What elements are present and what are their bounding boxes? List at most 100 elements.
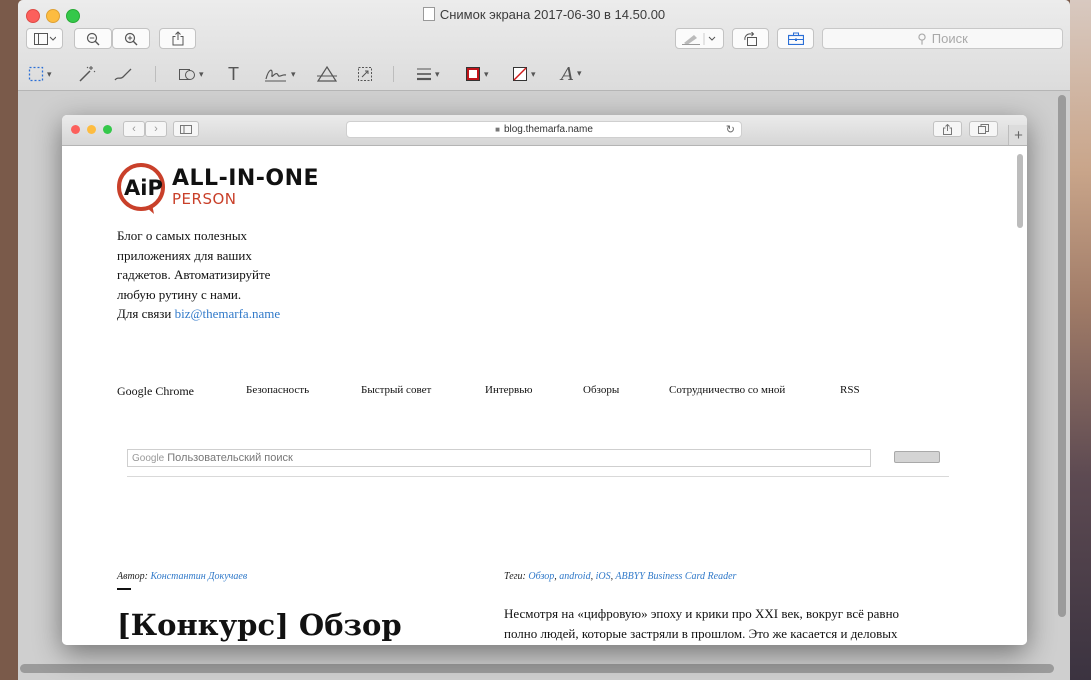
- page-scrollbar: [1017, 154, 1023, 228]
- markup-toolbox-button[interactable]: [777, 28, 814, 49]
- description-line: приложениях для ваших: [117, 247, 252, 263]
- text-style-button[interactable]: A ▾: [561, 63, 582, 85]
- font-style-icon: A: [561, 63, 574, 85]
- document-icon: [422, 7, 435, 21]
- sketch-tool-button[interactable]: [114, 64, 134, 84]
- fill-color-button[interactable]: ▾: [512, 64, 536, 84]
- reload-icon: ↻: [725, 124, 735, 136]
- safari-minimize-button: [87, 125, 96, 134]
- nav-item-security: Безопасность: [246, 384, 310, 396]
- window-title: Снимок экрана 2017-06-30 в 14.50.00: [18, 7, 1070, 22]
- toolbar-divider: [155, 66, 156, 82]
- screenshot-safari-window: ‹ › ■ blog.themarfa.name ↻ + AiP ALL-IN-…: [62, 115, 1027, 645]
- adjust-color-button[interactable]: [317, 64, 337, 84]
- rect-selection-icon: [28, 66, 44, 82]
- highlighter-icon: [682, 32, 716, 45]
- selection-tool-button[interactable]: ▾: [28, 64, 52, 84]
- nav-item-cooperation: Сотрудничество со мной: [669, 384, 786, 396]
- border-color-button[interactable]: ▾: [465, 64, 489, 84]
- logo-subtitle: PERSON: [172, 190, 237, 208]
- chevron-down-icon: ▾: [291, 68, 296, 79]
- contact-email-link: biz@themarfa.name: [174, 306, 281, 321]
- tabs-overview-button: [969, 121, 998, 137]
- tag-link: iOS: [595, 571, 611, 582]
- nav-item-rss: RSS: [840, 384, 860, 396]
- fill-color-icon: [513, 67, 527, 81]
- chevron-down-icon: ▾: [531, 68, 536, 79]
- chevron-left-icon: ‹: [132, 123, 136, 135]
- description-line: любую рутину с нами.: [117, 286, 242, 302]
- resize-icon: [358, 67, 372, 81]
- shapes-icon: [179, 69, 195, 80]
- new-tab-button: +: [1008, 125, 1027, 145]
- tabs-icon: [978, 124, 989, 134]
- tag-link: ABBYY Business Card Reader: [615, 571, 737, 582]
- sidebar-toggle-button: [173, 121, 199, 137]
- signature-icon: [265, 69, 287, 82]
- description-line: гаджетов. Автоматизируйте: [117, 267, 271, 282]
- desktop-wallpaper: [1070, 0, 1091, 680]
- author-underline: [117, 588, 131, 590]
- preview-window: Снимок экрана 2017-06-30 в 14.50.00 ⚲ Пои…: [18, 0, 1070, 680]
- google-brand-label: Google: [132, 452, 165, 464]
- rotate-button[interactable]: [732, 28, 769, 49]
- post-body: Несмотря на «цифровую» эпоху и крики про…: [504, 604, 944, 643]
- safari-close-button: [71, 125, 80, 134]
- author-link: Константин Докучаев: [150, 571, 248, 582]
- back-button: ‹: [123, 121, 145, 137]
- safari-share-button: [933, 121, 962, 137]
- tag-link: android: [559, 571, 591, 582]
- share-icon: [172, 31, 183, 46]
- chevron-down-icon: ▾: [484, 68, 489, 79]
- shape-style-button[interactable]: ▾: [416, 64, 440, 84]
- text-icon: T: [228, 63, 239, 84]
- share-icon: [943, 123, 952, 135]
- description-line: Блог о самых полезных: [117, 228, 248, 243]
- web-page: AiP ALL-IN-ONE PERSON Блог о самых полез…: [62, 146, 1027, 645]
- sign-tool-button[interactable]: ▾: [264, 64, 296, 84]
- chevron-down-icon: ▾: [435, 68, 440, 79]
- sidebar-icon: [180, 124, 192, 134]
- nav-item-quick-tip: Быстрый совет: [361, 384, 432, 396]
- vertical-scrollbar[interactable]: [1058, 95, 1066, 617]
- chevron-down-icon: ▾: [47, 68, 52, 79]
- custom-search-placeholder: Пользовательский поиск: [167, 452, 293, 464]
- author-label: Автор:: [117, 571, 149, 582]
- shapes-tool-button[interactable]: ▾: [178, 64, 204, 84]
- post-tags: Теги: Обзор, android, iOS, ABBYY Busines…: [504, 571, 737, 582]
- instant-alpha-button[interactable]: [78, 64, 96, 84]
- post-title: [Конкурс] Обзор: [117, 608, 402, 642]
- zoom-out-button[interactable]: [74, 28, 112, 49]
- site-logo-icon: AiP: [117, 163, 165, 214]
- address-bar: ■ blog.themarfa.name ↻: [346, 121, 742, 138]
- custom-search-button: [894, 451, 940, 463]
- nav-item-interview: Интервью: [485, 384, 533, 396]
- chevron-down-icon: ▾: [577, 69, 582, 79]
- markup-toolbar: ▾ ▾ T ▾ ▾ ▾ ▾ A ▾: [18, 58, 1070, 90]
- toolbox-icon: [787, 32, 804, 45]
- share-button[interactable]: [159, 28, 196, 49]
- tag-link: Обзор: [528, 571, 555, 582]
- tags-label: Теги:: [504, 571, 526, 582]
- custom-search-input: Google Пользовательский поиск: [127, 449, 871, 467]
- forward-button: ›: [145, 121, 167, 137]
- rotate-icon: [743, 31, 757, 46]
- text-tool-button[interactable]: T: [228, 64, 239, 84]
- window-title-text: Снимок экрана 2017-06-30 в 14.50.00: [439, 7, 666, 22]
- logo-mark: AiP: [124, 176, 163, 200]
- title-bar: Снимок экрана 2017-06-30 в 14.50.00 ⚲ Пои…: [18, 0, 1070, 91]
- sidebar-view-button[interactable]: [26, 28, 63, 49]
- horizontal-scrollbar[interactable]: [20, 664, 1054, 673]
- zoom-in-icon: [124, 32, 138, 45]
- chevron-right-icon: ›: [154, 123, 158, 135]
- post-body-line: Несмотря на «цифровую» эпоху и крики про…: [504, 606, 900, 621]
- logo-title: ALL-IN-ONE: [172, 166, 320, 191]
- highlight-button[interactable]: [675, 28, 724, 49]
- contact-label: Для связи: [117, 306, 172, 321]
- post-body-line: полно людей, которые застряли в прошлом.…: [504, 625, 898, 641]
- adjust-size-button[interactable]: [357, 64, 373, 84]
- search-icon: ⚲: [917, 30, 927, 46]
- post-author: Автор: Константин Докучаев: [117, 571, 247, 582]
- zoom-in-button[interactable]: [112, 28, 150, 49]
- search-field[interactable]: ⚲ Поиск: [822, 28, 1063, 49]
